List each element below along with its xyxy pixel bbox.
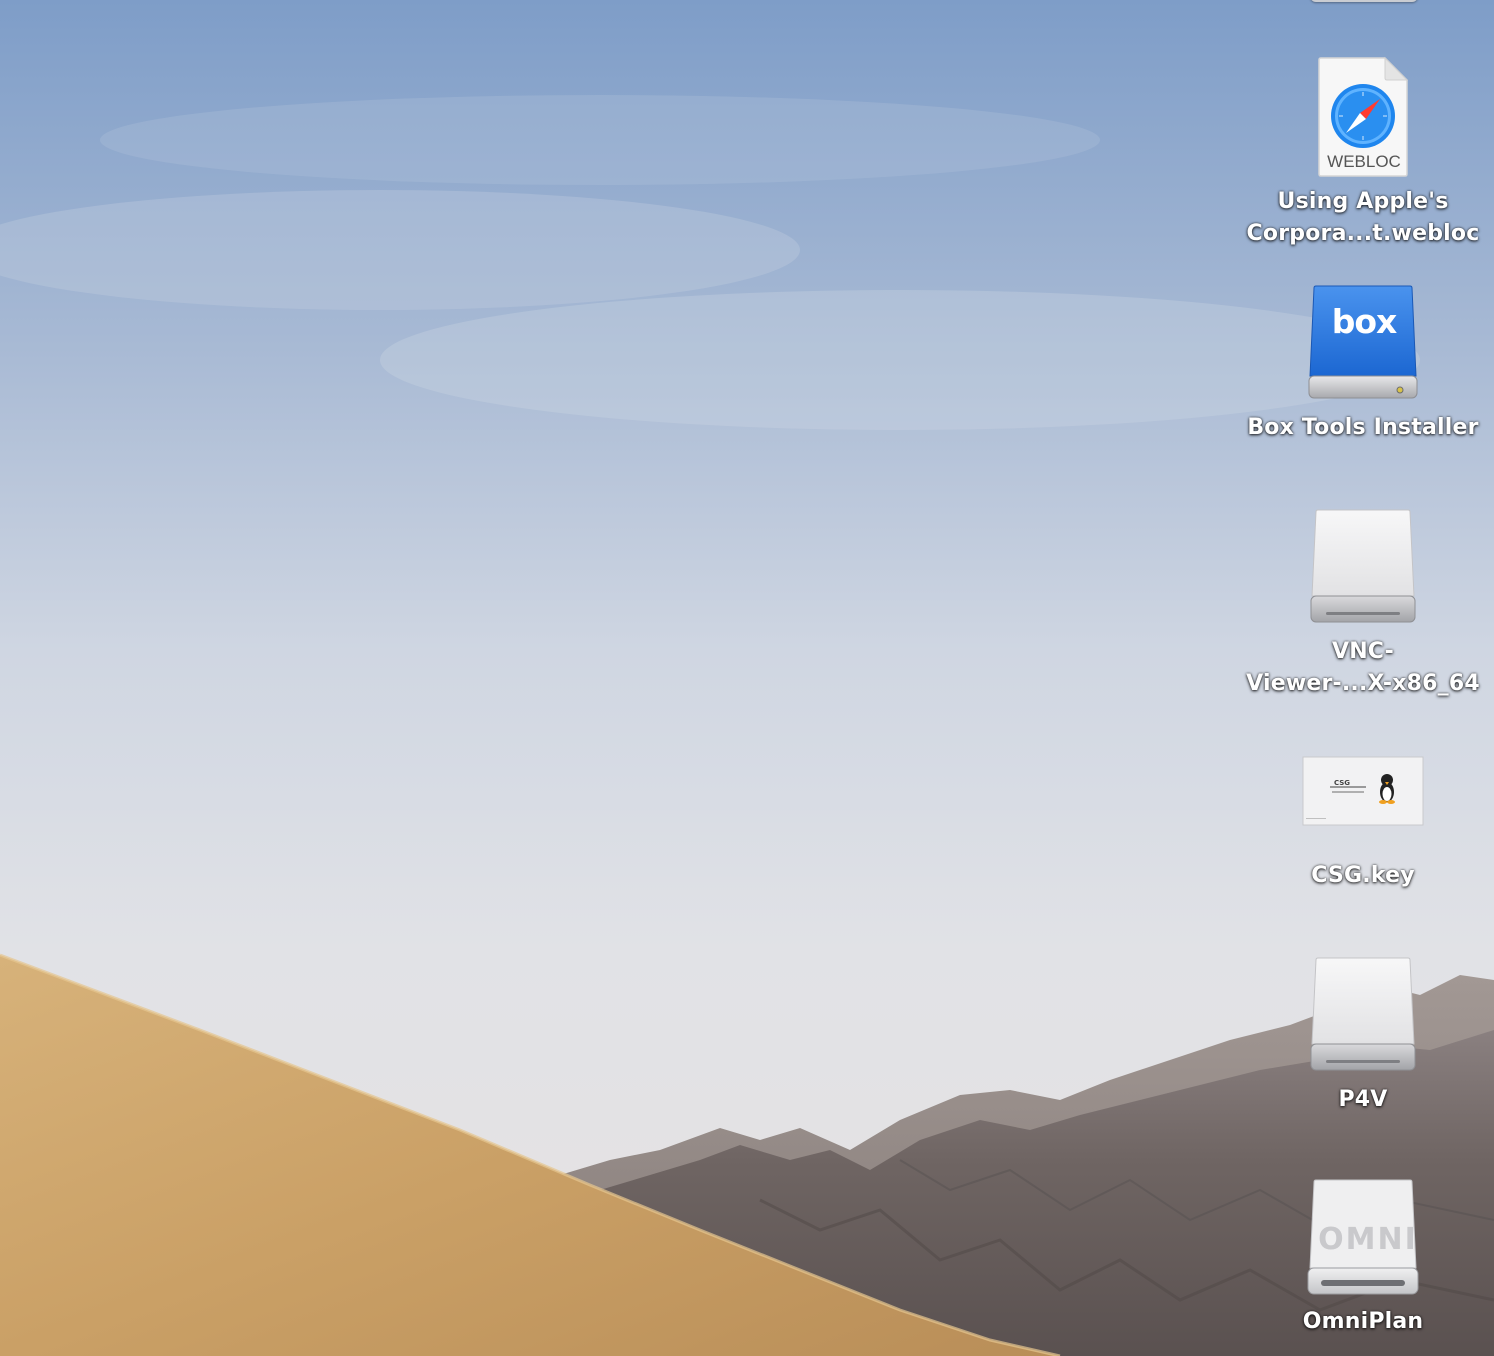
offscreen-item-edge[interactable] [1310, 0, 1418, 2]
icon-label: OmniPlan [1302, 1309, 1424, 1334]
external-drive-icon [1293, 506, 1433, 628]
desktop: Using Apple's Corpora...t.webloc WEBLOC [0, 0, 1494, 1356]
icon-label: P4V [1338, 1087, 1388, 1112]
box-logo-text: box [1331, 302, 1398, 341]
keynote-thumbnail-icon [1293, 730, 1433, 852]
desktop-icon-p4v[interactable]: P4V [1240, 954, 1486, 1116]
desktop-icon-vnc-viewer[interactable]: VNC- Viewer-...X-x86_64 [1240, 506, 1486, 700]
desktop-icon-csg-key[interactable]: CSG.key [1240, 730, 1486, 892]
box-drive-icon [1293, 282, 1433, 404]
webloc-badge: WEBLOC [1327, 152, 1401, 171]
desktop-icon-omniplan[interactable]: OmniPlan [1240, 1176, 1486, 1338]
csg-slide-title: CSG [1334, 779, 1351, 787]
icon-label: Using Apple's Corpora...t.webloc [1246, 189, 1480, 246]
icon-label: VNC- Viewer-...X-x86_64 [1246, 639, 1480, 696]
icon-label: Box Tools Installer [1247, 415, 1479, 440]
icon-label: CSG.key [1311, 863, 1415, 888]
external-drive-icon [1293, 954, 1433, 1076]
omni-logo-text: OMNI [1318, 1222, 1418, 1257]
